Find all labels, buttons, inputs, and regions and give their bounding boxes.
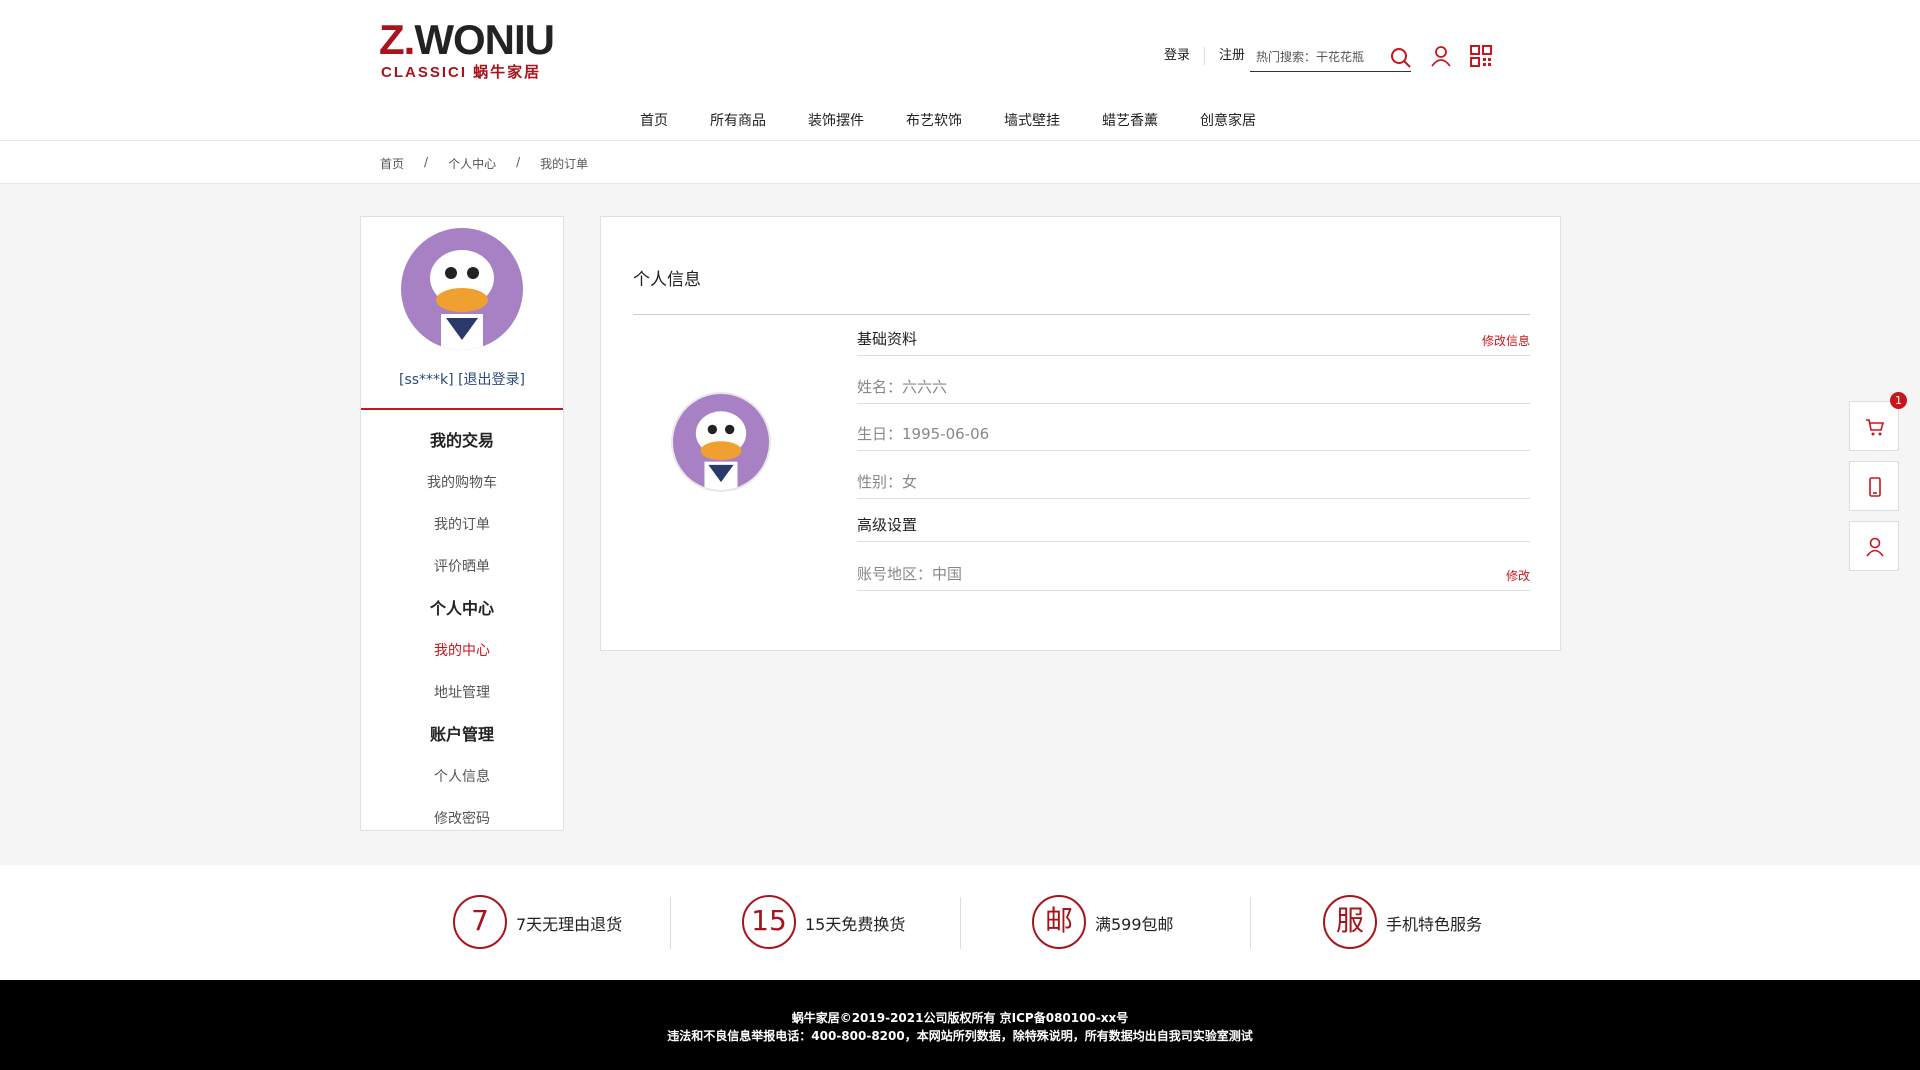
divider [633, 314, 1530, 315]
site-header: Z.WONIU CLASSICI 蜗牛家居 登录 注册 首页 所有商品 装饰摆件 布艺… [0, 0, 1920, 141]
search-input[interactable] [1250, 47, 1380, 67]
user-icon [1866, 537, 1884, 557]
cart-count-badge: 1 [1890, 392, 1907, 409]
nav-item[interactable]: 创意家居 [1200, 110, 1256, 130]
nav-item[interactable]: 蜡艺香薰 [1102, 110, 1158, 130]
basic-info-header: 基础资料 修改信息 [857, 316, 1530, 356]
edit-info-link[interactable]: 修改信息 [1482, 332, 1530, 349]
breadcrumb: 首页 / 个人中心 / 我的订单 [0, 141, 1920, 184]
cart-float-button[interactable] [1849, 401, 1899, 451]
search-icon[interactable] [1390, 47, 1412, 73]
breadcrumb-separator: / [516, 155, 521, 169]
sidebar-section-heading: 我的交易 [429, 431, 494, 450]
user-float-button[interactable] [1849, 521, 1899, 571]
service-label: 7天无理由退货 [516, 915, 623, 934]
service-label: 满599包邮 [1095, 915, 1174, 934]
service-bar: 7 7天无理由退货 15 15天免费换货 邮满599包邮 服手机特色服务 [0, 865, 1920, 980]
advanced-settings-header: 高级设置 [857, 502, 1530, 542]
logo-main: WONIU [414, 16, 555, 63]
service-label: 手机特色服务 [1386, 915, 1483, 934]
main-area: [ss***k] [退出登录] 我的交易我的购物车 我的订单 评价晒单个人中心我的中… [0, 184, 1920, 865]
breadcrumb-item[interactable]: 个人中心 [448, 155, 496, 172]
name-row: 姓名：六六六 [857, 364, 1530, 404]
login-link[interactable]: 登录 [1150, 47, 1204, 65]
mobile-float-button[interactable] [1849, 461, 1899, 511]
qrcode-icon[interactable] [1470, 45, 1492, 71]
divider [1250, 897, 1251, 949]
basic-info-title: 基础资料 [857, 330, 918, 348]
nav-item[interactable]: 布艺软饰 [906, 110, 962, 130]
divider [960, 897, 961, 949]
divider [361, 408, 563, 410]
sidebar: [ss***k] [退出登录] 我的交易我的购物车 我的订单 评价晒单个人中心我的中… [360, 216, 564, 831]
nav-item[interactable]: 装饰摆件 [808, 110, 864, 130]
breadcrumb-item[interactable]: 首页 [380, 155, 404, 172]
gender-row: 性别：女 [857, 459, 1530, 499]
name-value: 姓名：六六六 [857, 378, 948, 396]
cart-icon [1866, 419, 1885, 436]
service-badge-icon: 7 [453, 895, 507, 949]
footer-copyright: 蜗牛家居©2019-2021公司版权所有 京ICP备080100-xx号 [791, 1011, 1129, 1025]
logo-prefix: Z. [379, 16, 415, 63]
sidebar-section-heading: 账户管理 [429, 725, 494, 744]
mobile-icon [1869, 477, 1881, 497]
top-links: 登录 注册 [1150, 47, 1259, 65]
sidebar-item[interactable]: 我的购物车 [361, 462, 563, 504]
sidebar-menu: 我的交易我的购物车 我的订单 评价晒单个人中心我的中心 地址管理账户管理个人信息 修改密… [361, 420, 563, 840]
region-value: 账号地区：中国 [857, 565, 963, 583]
sidebar-item[interactable]: 我的订单 [361, 504, 563, 546]
region-row: 账号地区：中国 修改 [857, 551, 1530, 591]
service-badge-icon: 邮 [1032, 895, 1086, 949]
sidebar-item[interactable]: 评价晒单 [361, 546, 563, 588]
advanced-settings-title: 高级设置 [857, 516, 918, 534]
breadcrumb-item[interactable]: 我的订单 [540, 155, 588, 172]
footer-report: 违法和不良信息举报电话：400-800-8200，本网站所列数据，除特殊说明，所… [667, 1029, 1253, 1043]
search-box [1250, 44, 1411, 72]
sidebar-item[interactable]: 修改密码 [361, 798, 563, 840]
user-name-logout[interactable]: [ss***k] [退出登录] [361, 369, 563, 389]
sidebar-section-heading: 个人中心 [429, 599, 494, 618]
avatar[interactable] [401, 228, 523, 350]
service-badge-icon: 服 [1323, 895, 1377, 949]
site-footer: 蜗牛家居©2019-2021公司版权所有 京ICP备080100-xx号 违法和… [0, 980, 1920, 1070]
service-badge-icon: 15 [742, 895, 796, 949]
logo-subtitle: CLASSICI 蜗牛家居 [381, 64, 542, 81]
user-icon[interactable] [1430, 45, 1452, 71]
service-label: 15天免费换货 [805, 915, 906, 934]
profile-panel: 个人信息 基础资料 修改信息 姓名：六六六 生日：1995-06-06 性别：女… [600, 216, 1561, 651]
birthday-value: 生日：1995-06-06 [857, 425, 990, 443]
gender-value: 性别：女 [857, 473, 918, 491]
divider [670, 897, 671, 949]
sidebar-item[interactable]: 个人信息 [361, 756, 563, 798]
page-title: 个人信息 [633, 270, 701, 290]
sidebar-item[interactable]: 我的中心 [361, 630, 563, 672]
site-logo[interactable]: Z.WONIU CLASSICI 蜗牛家居 [379, 18, 559, 84]
birthday-row: 生日：1995-06-06 [857, 411, 1530, 451]
nav-item[interactable]: 墙式壁挂 [1004, 110, 1060, 130]
nav-item[interactable]: 首页 [640, 110, 668, 130]
edit-region-link[interactable]: 修改 [1506, 567, 1530, 584]
profile-avatar[interactable] [671, 392, 771, 492]
sidebar-item[interactable]: 地址管理 [361, 672, 563, 714]
nav-item[interactable]: 所有商品 [710, 110, 766, 130]
breadcrumb-separator: / [424, 155, 429, 169]
